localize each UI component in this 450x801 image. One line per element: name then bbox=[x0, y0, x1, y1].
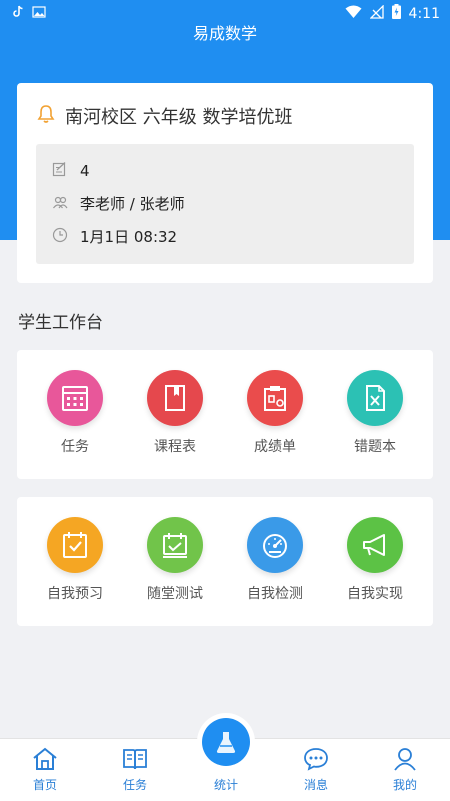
nav-profile[interactable]: 我的 bbox=[370, 747, 440, 793]
nav-messages[interactable]: 消息 bbox=[281, 747, 351, 793]
clock-icon bbox=[52, 227, 68, 247]
grid-item-timetable[interactable]: 课程表 bbox=[125, 370, 225, 456]
book-icon bbox=[147, 370, 203, 426]
nav-home[interactable]: 首页 bbox=[10, 747, 80, 793]
grid-label: 任务 bbox=[61, 439, 89, 455]
grid-label: 成绩单 bbox=[254, 439, 296, 455]
workbench-row-1: 任务 课程表 成绩单 错题本 bbox=[17, 350, 433, 479]
lesson-count: 4 bbox=[80, 162, 90, 180]
grid-label: 错题本 bbox=[354, 439, 396, 455]
bell-icon bbox=[37, 104, 55, 128]
edit-note-icon bbox=[52, 161, 68, 181]
teachers-icon bbox=[52, 194, 68, 214]
grid-item-self-check[interactable]: 自我检测 bbox=[225, 517, 325, 603]
grid-label: 课程表 bbox=[154, 439, 196, 455]
book-open-icon bbox=[122, 749, 148, 774]
excel-file-icon bbox=[347, 370, 403, 426]
grid-label: 随堂测试 bbox=[147, 586, 203, 602]
calendar-edit-icon bbox=[147, 517, 203, 573]
nav-tasks[interactable]: 任务 bbox=[100, 747, 170, 793]
app-title: 易成数学 bbox=[192, 24, 257, 43]
clipboard-icon bbox=[247, 370, 303, 426]
grid-item-mistakes[interactable]: 错题本 bbox=[325, 370, 425, 456]
user-icon bbox=[392, 748, 418, 774]
nav-statistics[interactable] bbox=[197, 713, 255, 771]
class-info-card[interactable]: 南河校区 六年级 数学培优班 4 李老师 / 张老师 1月1日 08:32 bbox=[17, 83, 433, 283]
calendar-grid-icon bbox=[47, 370, 103, 426]
grid-item-self-preview[interactable]: 自我预习 bbox=[25, 517, 125, 603]
nav-label: 消息 bbox=[303, 778, 328, 792]
nav-label: 任务 bbox=[122, 778, 147, 792]
megaphone-icon bbox=[347, 517, 403, 573]
grid-item-class-test[interactable]: 随堂测试 bbox=[125, 517, 225, 603]
home-icon bbox=[32, 747, 58, 774]
chat-icon bbox=[303, 748, 329, 774]
teachers-names: 李老师 / 张老师 bbox=[80, 195, 185, 213]
grid-item-tasks[interactable]: 任务 bbox=[25, 370, 125, 456]
class-details: 4 李老师 / 张老师 1月1日 08:32 bbox=[36, 144, 414, 264]
calendar-check-icon bbox=[47, 517, 103, 573]
flask-icon bbox=[202, 718, 250, 766]
workbench-row-2: 自我预习 随堂测试 自我检测 自我实现 bbox=[17, 497, 433, 626]
nav-label: 我的 bbox=[392, 778, 417, 792]
class-schedule-time: 1月1日 08:32 bbox=[80, 228, 178, 246]
speedometer-icon bbox=[247, 517, 303, 573]
grid-item-transcript[interactable]: 成绩单 bbox=[225, 370, 325, 456]
grid-item-self-realization[interactable]: 自我实现 bbox=[325, 517, 425, 603]
nav-label: 首页 bbox=[32, 778, 57, 792]
nav-statistics-label: 统计 bbox=[213, 778, 238, 792]
grid-label: 自我实现 bbox=[347, 586, 403, 602]
grid-label: 自我检测 bbox=[247, 586, 303, 602]
grid-label: 自我预习 bbox=[47, 586, 103, 602]
workbench-title: 学生工作台 bbox=[18, 313, 103, 333]
class-title: 南河校区 六年级 数学培优班 bbox=[65, 107, 293, 128]
